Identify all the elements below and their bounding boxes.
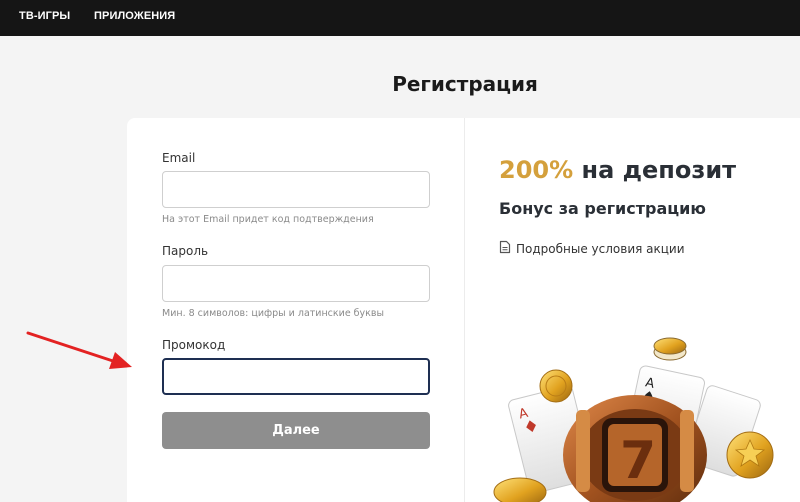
svg-text:7: 7 [620,431,656,491]
promo-label: Промокод [162,338,226,352]
card-divider [464,118,465,502]
next-button[interactable]: Далее [162,412,430,449]
casino-promo-illustration: A A 7 [493,337,774,502]
terms-link-label: Подробные условия акции [516,241,685,256]
terms-link[interactable]: Подробные условия акции [499,239,685,258]
document-icon [499,239,511,258]
password-field[interactable] [162,265,430,302]
bonus-headline: 200% на депозит [499,156,736,184]
nav-apps[interactable]: ПРИЛОЖЕНИЯ [94,10,175,22]
nav-tv-games[interactable]: ТВ-ИГРЫ [19,10,70,22]
bonus-subtitle: Бонус за регистрацию [499,199,706,218]
top-nav-bar: ТВ-ИГРЫ ПРИЛОЖЕНИЯ [0,0,800,36]
email-label: Email [162,151,196,165]
email-field[interactable] [162,171,430,208]
promo-code-field[interactable] [162,358,430,395]
page-title: Регистрация [392,72,538,96]
email-hint: На этот Email придет код подтверждения [162,214,374,225]
bonus-headline-text: на депозит [573,156,737,184]
password-label: Пароль [162,244,209,258]
password-hint: Мин. 8 символов: цифры и латинские буквы [162,308,385,319]
bonus-percent: 200% [499,156,574,184]
